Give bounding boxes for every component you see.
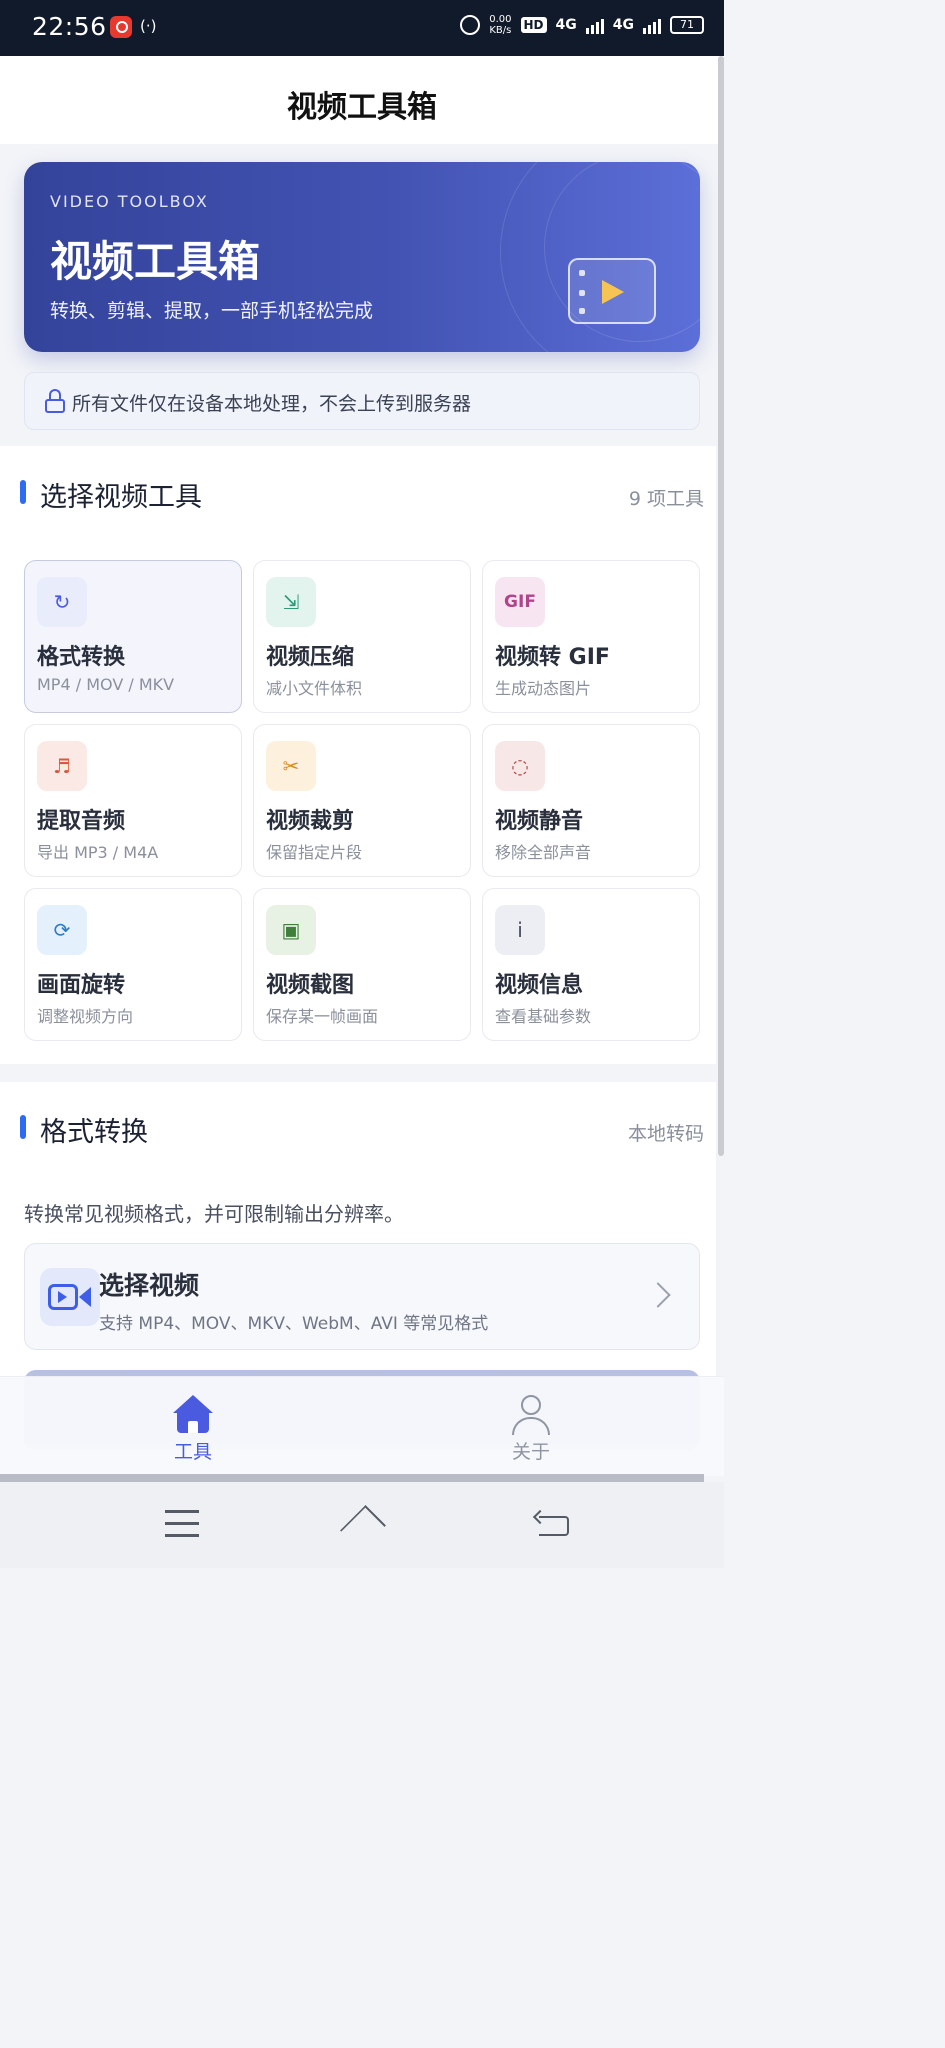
tool-card-title: 视频压缩	[266, 645, 355, 670]
tool-card-title: 视频静音	[495, 809, 584, 834]
privacy-notice-text: 所有文件仅在设备本地处理，不会上传到服务器	[72, 393, 472, 415]
status-time: 22:56	[32, 12, 107, 41]
tool-card-title: 视频截图	[266, 973, 355, 998]
system-navigation-bar	[0, 1482, 724, 1568]
select-video-title: 选择视频	[99, 1271, 200, 1300]
format-description: 转换常见视频格式，并可限制输出分辨率。	[24, 1202, 404, 1226]
menu-icon[interactable]	[165, 1510, 199, 1537]
tool-card-video-mute[interactable]: ◌ 视频静音移除全部声音	[482, 724, 700, 877]
tool-card-subtitle: 调整视频方向	[37, 1007, 134, 1026]
tool-card-title: 提取音频	[37, 809, 126, 834]
bottom-navigation: 工具 关于	[0, 1376, 724, 1476]
nav-tools-label: 工具	[173, 1441, 212, 1463]
privacy-notice: 所有文件仅在设备本地处理，不会上传到服务器	[24, 372, 700, 430]
signal-icon	[585, 16, 604, 34]
app-notification-icon	[110, 16, 132, 38]
hero-subtitle: 转换、剪辑、提取，一部手机轻松完成	[50, 300, 374, 322]
tool-card-subtitle: 移除全部声音	[495, 843, 592, 862]
hotspot-icon: (·)	[140, 17, 157, 35]
tool-card-title: 视频信息	[495, 973, 584, 998]
scissors-icon: ✂	[266, 741, 316, 791]
section-accent-bar	[20, 480, 26, 504]
tool-card-subtitle: 生成动态图片	[495, 679, 592, 698]
tool-card-format-convert[interactable]: ↻ 格式转换 MP4 / MOV / MKV	[24, 560, 242, 713]
network-speed: 0.00 KB/s	[489, 14, 511, 36]
network-speed-unit: KB/s	[489, 25, 512, 36]
hero-title: 视频工具箱	[50, 237, 261, 286]
signal-icon	[643, 16, 661, 34]
app-bar: 视频工具箱	[0, 56, 724, 144]
tool-card-subtitle: 查看基础参数	[495, 1007, 592, 1026]
scrollbar[interactable]	[718, 56, 724, 1156]
home-icon	[173, 1395, 213, 1433]
hero-banner: VIDEO TOOLBOX 视频工具箱 转换、剪辑、提取，一部手机轻松完成	[24, 162, 700, 352]
home-button-icon[interactable]	[340, 1505, 386, 1551]
tool-card-subtitle: 导出 MP3 / M4A	[37, 843, 159, 862]
video-play-icon	[568, 258, 656, 324]
chevron-right-icon	[645, 1282, 671, 1308]
format-section-meta: 本地转码	[627, 1123, 704, 1145]
section-accent-bar	[20, 1115, 26, 1139]
hd-badge: HD	[520, 17, 547, 33]
hero-eyebrow: VIDEO TOOLBOX	[50, 192, 209, 211]
tool-card-rotate-video[interactable]: ⟳ 画面旋转调整视频方向	[24, 888, 242, 1041]
status-bar: 22:56 (·) 0.00 KB/s HD 4G 4G 71	[0, 0, 724, 56]
music-icon: ♬	[37, 741, 87, 791]
refresh-icon: ↻	[37, 577, 87, 627]
format-section-title: 格式转换	[40, 1117, 148, 1148]
info-icon: i	[495, 905, 545, 955]
tool-card-extract-audio[interactable]: ♬ 提取音频导出 MP3 / M4A	[24, 724, 242, 877]
tool-card-video-to-gif[interactable]: GIF 视频转 GIF 生成动态图片	[482, 560, 700, 713]
compress-icon: ⇲	[266, 577, 316, 627]
tool-card-subtitle: 减小文件体积	[266, 679, 363, 698]
divider	[0, 1474, 704, 1482]
back-icon[interactable]	[532, 1509, 571, 1538]
lock-icon	[45, 389, 65, 413]
page-title: 视频工具箱	[287, 90, 437, 125]
network-speed-value: 0.00	[489, 14, 512, 25]
network-type-1: 4G	[555, 17, 577, 33]
tool-card-title: 视频转 GIF	[495, 645, 610, 670]
tool-card-subtitle: 保留指定片段	[266, 843, 363, 862]
video-camera-icon	[40, 1268, 100, 1326]
tool-card-subtitle: 保存某一帧画面	[266, 1007, 379, 1026]
tools-section-title: 选择视频工具	[40, 482, 202, 513]
select-video-button[interactable]: 选择视频 支持 MP4、MOV、MKV、WebM、AVI 等常见格式	[24, 1243, 700, 1350]
tool-card-title: 格式转换	[37, 645, 126, 670]
tool-card-video-compress[interactable]: ⇲ 视频压缩减小文件体积	[253, 560, 471, 713]
select-video-subtitle: 支持 MP4、MOV、MKV、WebM、AVI 等常见格式	[99, 1314, 489, 1334]
nav-about-label: 关于	[511, 1441, 550, 1463]
tool-card-subtitle: MP4 / MOV / MKV	[37, 675, 175, 694]
tool-card-video-info[interactable]: i 视频信息查看基础参数	[482, 888, 700, 1041]
nav-tools[interactable]: 工具	[133, 1377, 253, 1477]
network-type-2: 4G	[612, 17, 634, 33]
gif-icon: GIF	[495, 577, 545, 627]
tools-count: 9 项工具	[628, 488, 704, 510]
battery-icon: 71	[670, 16, 704, 34]
rotate-icon: ⟳	[37, 905, 87, 955]
tool-card-video-screenshot[interactable]: ▣ 视频截图保存某一帧画面	[253, 888, 471, 1041]
tool-card-title: 画面旋转	[37, 973, 126, 998]
nav-about[interactable]: 关于	[471, 1377, 591, 1477]
status-icons: 0.00 KB/s HD 4G 4G 71	[460, 14, 704, 36]
alarm-icon	[460, 15, 481, 35]
tool-card-title: 视频裁剪	[266, 809, 355, 834]
mute-icon: ◌	[495, 741, 545, 791]
tool-card-video-trim[interactable]: ✂ 视频裁剪保留指定片段	[253, 724, 471, 877]
user-icon	[512, 1395, 550, 1435]
screenshot-icon: ▣	[266, 905, 316, 955]
